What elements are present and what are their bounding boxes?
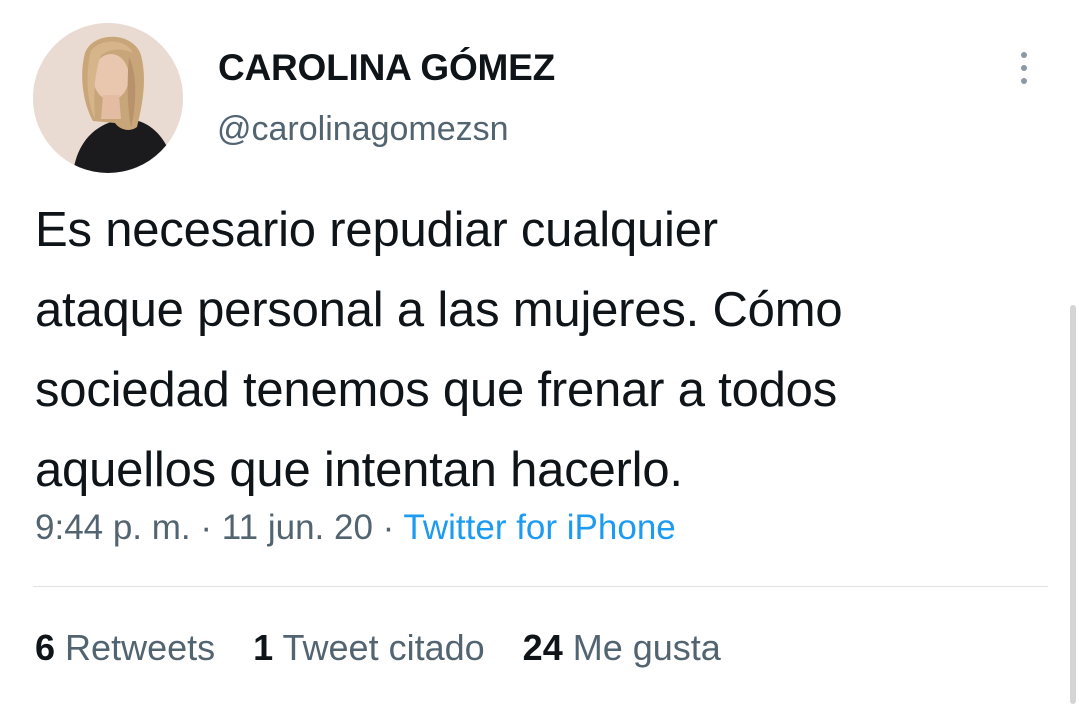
author-handle[interactable]: @carolinagomezsn <box>217 110 509 149</box>
tweet-card: CAROLINA GÓMEZ @carolinagomezsn Es neces… <box>0 0 1079 704</box>
avatar[interactable] <box>33 23 183 173</box>
likes-label: Me gusta <box>572 627 721 668</box>
meta-separator: · <box>382 508 395 547</box>
meta-separator: · <box>200 508 213 547</box>
scrollbar[interactable] <box>1070 305 1076 704</box>
tweet-text-line: ataque personal a las mujeres. Cómo <box>35 283 843 337</box>
tweet-date[interactable]: 11 jun. 20 <box>222 508 373 547</box>
tweet-text-line: sociedad tenemos que frenar a todos <box>35 363 838 417</box>
tweet-text-line: aquellos que intentan hacerlo. <box>35 443 683 497</box>
retweets-count: 6 <box>35 627 56 668</box>
profile-photo-icon <box>33 23 183 173</box>
likes-count: 24 <box>522 627 563 668</box>
divider <box>33 586 1048 587</box>
tweet-text-line: Es necesario repudiar cualquier <box>35 203 718 257</box>
more-options-icon[interactable] <box>1012 48 1036 88</box>
tweet-meta: 9:44 p. m. · 11 jun. 20 · Twitter for iP… <box>35 508 676 548</box>
likes-stat[interactable]: 24 Me gusta <box>523 627 721 669</box>
quotes-count: 1 <box>253 627 274 668</box>
tweet-text: Es necesario repudiar cualquier ataque p… <box>35 190 1045 510</box>
quotes-label: Tweet citado <box>282 627 485 668</box>
author-display-name[interactable]: CAROLINA GÓMEZ <box>218 47 555 89</box>
retweets-stat[interactable]: 6 Retweets <box>35 627 215 669</box>
tweet-time[interactable]: 9:44 p. m. <box>35 508 191 547</box>
tweet-stats: 6 Retweets 1 Tweet citado 24 Me gusta <box>35 627 749 669</box>
quote-tweets-stat[interactable]: 1 Tweet citado <box>253 627 485 669</box>
tweet-source-link[interactable]: Twitter for iPhone <box>403 508 675 547</box>
retweets-label: Retweets <box>65 627 216 668</box>
